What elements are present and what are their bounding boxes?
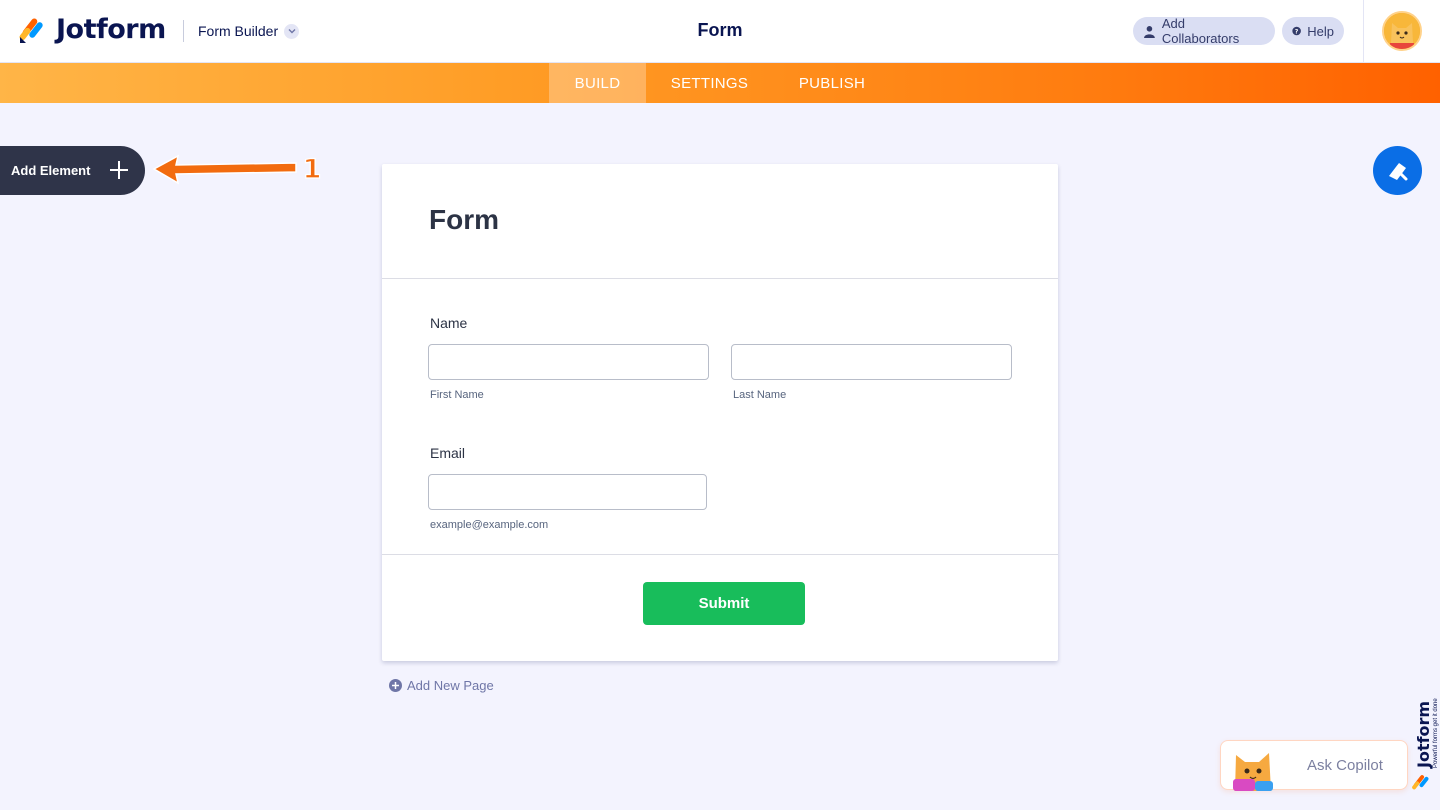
copilot-cat-icon [1233, 753, 1273, 791]
first-name-sublabel: First Name [430, 389, 484, 401]
last-name-input[interactable] [731, 344, 1012, 380]
svg-text:?: ? [1295, 28, 1299, 35]
jotform-logo-small-icon [1412, 775, 1429, 790]
email-sublabel: example@example.com [430, 519, 549, 531]
help-button[interactable]: ? Help [1282, 17, 1344, 45]
plus-icon [110, 161, 128, 179]
add-collaborators-label: Add Collaborators [1161, 16, 1240, 46]
user-icon [1144, 25, 1155, 38]
ask-copilot-label: Ask Copilot [1307, 757, 1383, 774]
chevron-down-icon [284, 23, 300, 39]
help-label: Help [1307, 23, 1334, 39]
form-heading[interactable]: Form [429, 204, 499, 236]
email-label: Email [430, 445, 466, 461]
annotation-arrow: 1 [152, 153, 322, 186]
email-input[interactable] [428, 474, 707, 510]
side-brand-tagline: Powerful forms get it done [1433, 698, 1439, 768]
add-element-button[interactable]: Add Element [0, 146, 145, 195]
add-new-page-button[interactable]: Add New Page [389, 678, 494, 693]
form-divider-bottom [382, 554, 1058, 555]
paint-roller-icon [1388, 162, 1407, 180]
first-name-input[interactable] [428, 344, 709, 380]
header-divider [183, 20, 184, 42]
jotform-logo-icon [19, 17, 43, 43]
tab-settings[interactable]: SETTINGS [646, 63, 773, 103]
brand-name: Jotform [56, 14, 166, 45]
tab-build[interactable]: BUILD [549, 63, 646, 103]
tab-publish[interactable]: PUBLISH [773, 63, 891, 103]
plus-circle-icon [389, 679, 402, 692]
annotation-number: 1 [303, 154, 322, 185]
top-header: Jotform Form Builder Form Add Collaborat… [0, 0, 1440, 63]
last-name-sublabel: Last Name [733, 389, 787, 401]
form-card: Form Name First Name Last Name Email exa… [382, 164, 1058, 661]
side-brand-name: Jotform [1414, 701, 1433, 769]
add-collaborators-button[interactable]: Add Collaborators [1133, 16, 1275, 46]
add-element-label: Add Element [11, 163, 91, 178]
add-new-page-label: Add New Page [407, 678, 494, 693]
form-builder-label: Form Builder [198, 23, 279, 39]
form-title-header[interactable]: Form [698, 20, 743, 40]
jotform-logo[interactable]: Jotform [18, 14, 166, 45]
form-divider [382, 278, 1058, 279]
builder-tabs-bar: BUILD SETTINGS PUBLISH [0, 63, 1440, 103]
form-designer-button[interactable] [1373, 146, 1422, 195]
form-builder-dropdown[interactable]: Form Builder [198, 20, 300, 42]
ask-copilot-button[interactable]: Ask Copilot [1220, 740, 1408, 791]
submit-button[interactable]: Submit [643, 582, 805, 625]
jotform-side-brand: Jotform Powerful forms get it done [1412, 698, 1439, 790]
name-label: Name [430, 315, 468, 331]
avatar[interactable] [1382, 11, 1422, 51]
question-circle-icon: ? [1292, 26, 1301, 35]
header-divider-right [1363, 0, 1364, 63]
cat-avatar-icon [1384, 13, 1420, 49]
